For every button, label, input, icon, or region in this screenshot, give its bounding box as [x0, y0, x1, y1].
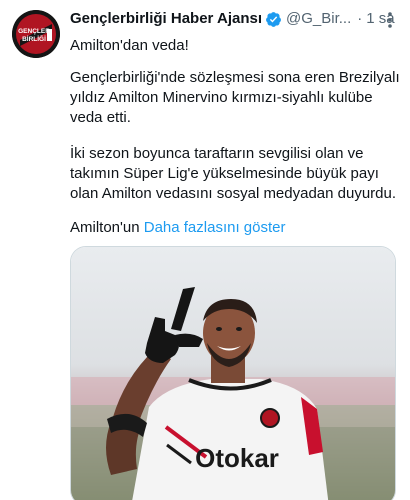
avatar-text-top: GENÇLER — [18, 28, 50, 35]
more-options-icon[interactable] — [380, 10, 400, 30]
tweet-paragraph-3: Amilton'un Daha fazlasını göster — [70, 218, 404, 238]
show-more-link[interactable]: Daha fazlasını göster — [144, 219, 286, 236]
tweet-paragraph-3-prefix: Amilton'un — [70, 219, 144, 236]
player-photo: Otokar — [71, 247, 395, 500]
tweet-paragraph-2: İki sezon boyunca taraftarın sevgilisi o… — [70, 145, 397, 202]
tweet[interactable]: GENÇLER BİRLİĞİ Gençlerbirliği Haber Aja… — [0, 0, 410, 500]
avatar-text-bottom: BİRLİĞİ — [22, 34, 46, 43]
tweet-headline: Amilton'dan veda! — [70, 37, 189, 54]
handle[interactable]: @G_Bir... — [286, 9, 351, 29]
club-logo: GENÇLER BİRLİĞİ — [12, 10, 60, 58]
jersey-sponsor-text: Otokar — [195, 443, 279, 473]
tweet-header: Gençlerbirliği Haber Ajansı @G_Bir... · … — [70, 9, 400, 29]
avatar[interactable]: GENÇLER BİRLİĞİ — [12, 10, 60, 58]
verified-badge-icon — [265, 11, 282, 28]
tweet-paragraph-1: Gençlerbirliği'nde sözleşmesi sona eren … — [70, 69, 400, 126]
display-name[interactable]: Gençlerbirliği Haber Ajansı — [70, 9, 262, 29]
tweet-photo[interactable]: Otokar — [70, 246, 396, 500]
separator-dot: · — [357, 10, 363, 27]
